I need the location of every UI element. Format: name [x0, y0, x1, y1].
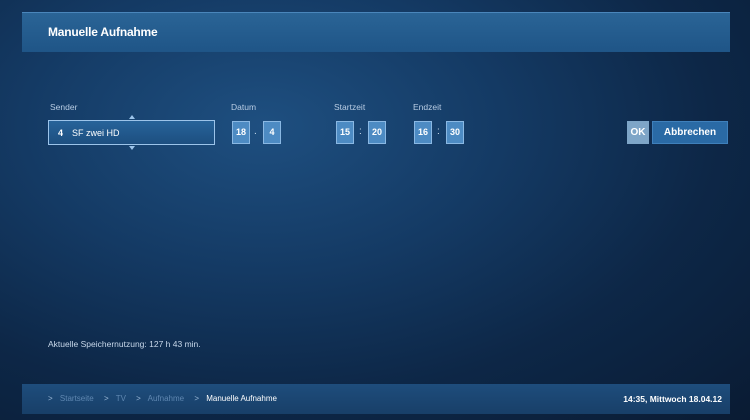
breadcrumb-item-tv[interactable]: TV	[116, 394, 126, 403]
breadcrumb-item-recording[interactable]: Aufnahme	[148, 394, 184, 403]
cancel-button[interactable]: Abbrechen	[652, 121, 728, 144]
start-hour-field[interactable]: 15	[336, 121, 354, 144]
date-month-field[interactable]: 4	[263, 121, 281, 144]
breadcrumb-item-manual-recording: Manuelle Aufnahme	[206, 394, 277, 403]
chevron-right-icon: >	[194, 394, 199, 403]
chevron-right-icon: >	[136, 394, 141, 403]
date-day-field[interactable]: 18	[232, 121, 250, 144]
channel-select[interactable]: 4 SF zwei HD	[48, 115, 215, 150]
chevron-right-icon: >	[48, 394, 53, 403]
ok-button[interactable]: OK	[627, 121, 649, 144]
datetime-display: 14:35, Mittwoch 18.04.12	[623, 394, 722, 404]
channel-number: 4	[58, 128, 64, 138]
start-time-label: Startzeit	[334, 102, 366, 112]
channel-name: SF zwei HD	[72, 128, 120, 138]
page-title: Manuelle Aufnahme	[48, 25, 158, 39]
arrow-up-icon[interactable]	[129, 115, 135, 119]
end-minute-field[interactable]: 30	[446, 121, 464, 144]
storage-usage-text: Aktuelle Speichernutzung: 127 h 43 min.	[48, 339, 201, 349]
start-minute-field[interactable]: 20	[368, 121, 386, 144]
arrow-down-icon[interactable]	[129, 146, 135, 150]
breadcrumb-item-home[interactable]: Startseite	[60, 394, 94, 403]
date-separator: .	[254, 126, 257, 137]
end-time-separator: :	[437, 126, 440, 137]
channel-label: Sender	[50, 102, 78, 112]
end-time-label: Endzeit	[413, 102, 442, 112]
header-bar: Manuelle Aufnahme	[22, 12, 730, 52]
end-hour-field[interactable]: 16	[414, 121, 432, 144]
chevron-right-icon: >	[103, 394, 109, 403]
date-label: Datum	[231, 102, 257, 112]
recording-screen: Manuelle Aufnahme Sender 4 SF zwei HD Da…	[0, 0, 750, 420]
footer-bar: > Startseite > TV > Aufnahme > Manuelle …	[22, 384, 730, 414]
breadcrumb: > Startseite > TV > Aufnahme > Manuelle …	[48, 394, 285, 403]
start-time-separator: :	[359, 126, 362, 137]
